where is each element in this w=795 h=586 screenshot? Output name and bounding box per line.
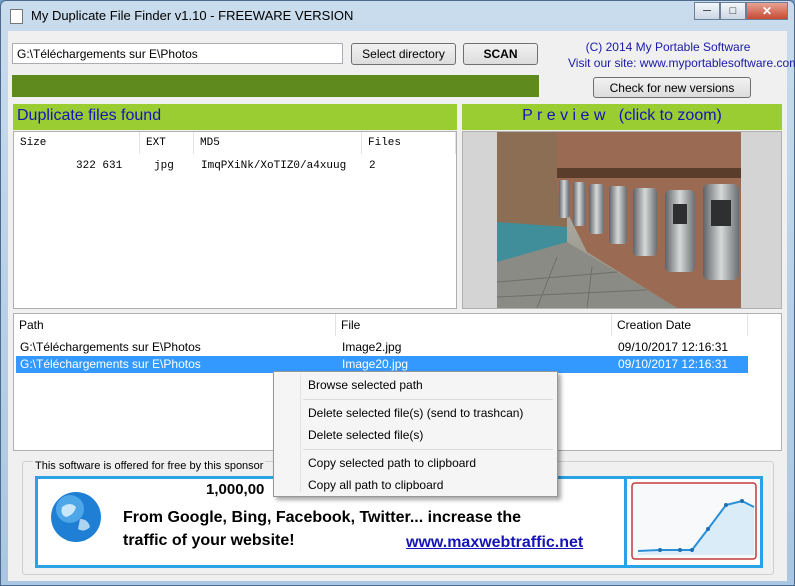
column-path[interactable]: Path (14, 314, 336, 336)
context-menu: Browse selected path Delete selected fil… (273, 371, 558, 497)
files-cell: 2 (369, 160, 376, 172)
menu-item-delete[interactable]: Delete selected file(s) (308, 428, 423, 442)
select-directory-button[interactable]: Select directory (351, 43, 456, 65)
preview-image[interactable] (497, 132, 741, 308)
app-icon (10, 9, 23, 24)
date-cell: 09/10/2017 12:16:31 (618, 357, 729, 371)
copyright-info: (C) 2014 My Portable Software Visit our … (568, 39, 795, 71)
size-cell: 322 631 (76, 160, 123, 172)
column-creation-date[interactable]: Creation Date (612, 314, 748, 336)
duplicates-heading: Duplicate files found (13, 104, 457, 130)
minimize-button[interactable]: ─ (694, 2, 720, 20)
menu-item-copy-selected-path[interactable]: Copy selected path to clipboard (308, 456, 476, 470)
table-row[interactable]: G:\Téléchargements sur E\Photos Image2.j… (14, 339, 748, 356)
minimize-icon: ─ (703, 5, 711, 17)
client-area: G:\Téléchargements sur E\Photos Select d… (8, 31, 795, 581)
website-link[interactable]: Visit our site: www.myportablesoftware.c… (568, 55, 795, 71)
preview-pane[interactable] (462, 131, 782, 309)
column-files[interactable]: Files (362, 132, 456, 154)
maximize-button[interactable]: □ (720, 2, 746, 20)
scan-button[interactable]: SCAN (463, 43, 538, 65)
directory-path-input[interactable]: G:\Téléchargements sur E\Photos (12, 43, 343, 64)
scan-progress-bar (12, 75, 539, 97)
traffic-graph-icon (631, 482, 757, 560)
window-title: My Duplicate File Finder v1.10 - FREEWAR… (31, 8, 354, 23)
copyright-text: (C) 2014 My Portable Software (585, 40, 751, 54)
maximize-icon: □ (729, 5, 737, 17)
menu-separator (303, 449, 553, 450)
sponsor-headline: 1,000,00 (206, 481, 265, 498)
menu-item-delete-to-trash[interactable]: Delete selected file(s) (send to trashca… (308, 406, 523, 420)
column-md5[interactable]: MD5 (194, 132, 362, 154)
preview-heading: P r e v i e w (click to zoom) (462, 104, 782, 130)
path-cell: G:\Téléchargements sur E\Photos (20, 357, 201, 371)
app-window: My Duplicate File Finder v1.10 - FREEWAR… (0, 0, 795, 586)
sponsor-line1: From Google, Bing, Facebook, Twitter... … (123, 509, 521, 526)
column-ext[interactable]: EXT (140, 132, 194, 154)
column-size[interactable]: Size (14, 132, 140, 154)
path-cell: G:\Téléchargements sur E\Photos (20, 340, 201, 354)
sponsor-line2: traffic of your website! (123, 532, 295, 549)
close-button[interactable]: ✕ (746, 2, 788, 20)
check-versions-button[interactable]: Check for new versions (593, 77, 751, 98)
column-file[interactable]: File (336, 314, 612, 336)
menu-item-copy-all-paths[interactable]: Copy all path to clipboard (308, 478, 443, 492)
sponsor-url[interactable]: www.maxwebtraffic.net (406, 534, 583, 552)
file-cell: Image2.jpg (342, 340, 402, 354)
date-cell: 09/10/2017 12:16:31 (618, 340, 729, 354)
duplicates-list[interactable]: Size EXT MD5 Files 322 631 jpg ImqPXiNk/… (13, 131, 457, 309)
menu-item-browse-path[interactable]: Browse selected path (308, 378, 423, 392)
globe-icon (51, 492, 101, 542)
sponsor-label: This software is offered for free by thi… (33, 460, 266, 472)
close-icon: ✕ (761, 4, 773, 18)
ext-cell: jpg (154, 160, 174, 172)
md5-cell: ImqPXiNk/XoTIZ0/a4xuug (201, 160, 347, 172)
title-bar[interactable]: My Duplicate File Finder v1.10 - FREEWAR… (1, 1, 794, 31)
menu-separator (303, 399, 553, 400)
